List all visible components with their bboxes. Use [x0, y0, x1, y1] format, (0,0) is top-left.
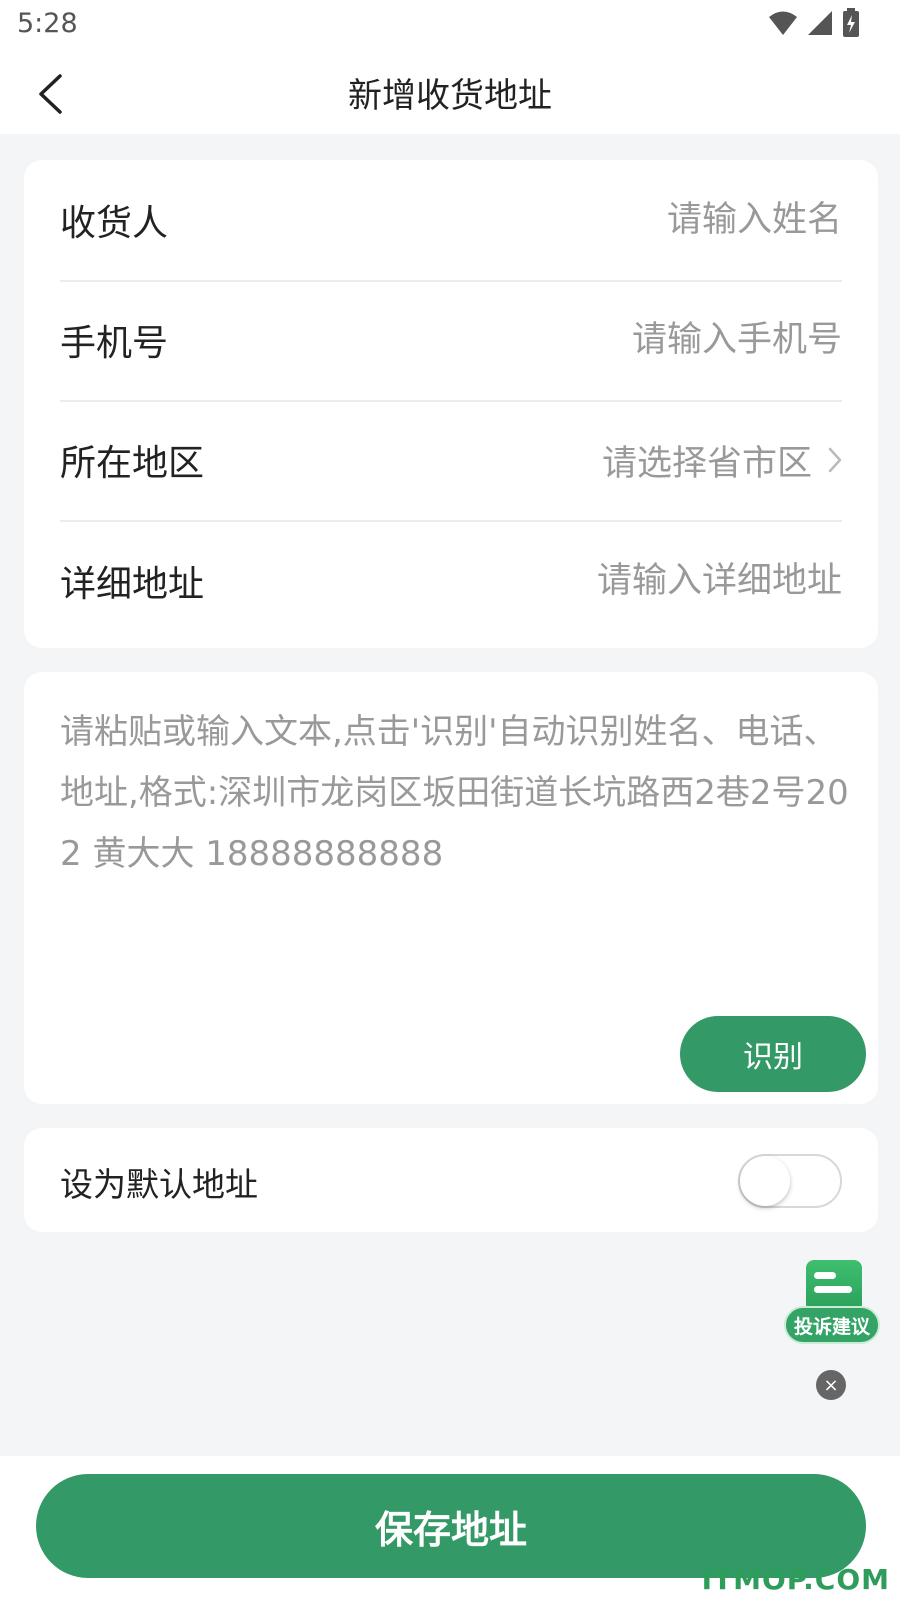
toggle-knob [740, 1156, 790, 1206]
recipient-row: 收货人 [60, 160, 842, 282]
smart-paste-card: 请粘贴或输入文本,点击'识别'自动识别姓名、电话、地址,格式:深圳市龙岗区坂田街… [24, 672, 878, 1104]
detail-address-row: 详细地址 [60, 520, 842, 642]
default-address-label: 设为默认地址 [60, 1165, 258, 1204]
status-icons [768, 8, 860, 38]
feedback-icon [806, 1260, 862, 1312]
feedback-close-icon[interactable]: × [816, 1370, 846, 1400]
region-row[interactable]: 所在地区 请选择省市区 [60, 400, 842, 522]
status-time: 5:28 [17, 8, 78, 39]
signal-icon [808, 11, 832, 35]
app-bar: 新增收货地址 [0, 52, 900, 134]
region-select[interactable]: 请选择省市区 [602, 435, 842, 486]
recognize-button[interactable]: 识别 [680, 1016, 866, 1092]
recipient-name-input[interactable] [462, 200, 842, 240]
recipient-label: 收货人 [60, 203, 169, 244]
wifi-icon [769, 11, 797, 35]
detail-address-label: 详细地址 [60, 564, 205, 605]
page-title: 新增收货地址 [348, 76, 552, 116]
detail-address-input[interactable] [462, 561, 842, 601]
phone-row: 手机号 [60, 280, 842, 402]
feedback-widget[interactable]: 投诉建议 [784, 1258, 880, 1358]
smart-paste-textarea[interactable]: 请粘贴或输入文本,点击'识别'自动识别姓名、电话、地址,格式:深圳市龙岗区坂田街… [60, 702, 850, 885]
feedback-label: 投诉建议 [784, 1306, 880, 1344]
chevron-right-icon [828, 447, 842, 473]
phone-label: 手机号 [60, 323, 169, 364]
status-bar: 5:28 [0, 0, 900, 52]
battery-charging-icon [843, 8, 859, 37]
address-form-card: 收货人 手机号 所在地区 请选择省市区 详细地址 [24, 160, 878, 648]
bottom-bar: 保存地址 ITMOP.COM [0, 1456, 900, 1600]
default-address-card: 设为默认地址 [24, 1128, 878, 1232]
watermark: ITMOP.COM [701, 1563, 890, 1596]
default-address-toggle[interactable] [738, 1154, 842, 1208]
region-label: 所在地区 [60, 443, 205, 484]
region-placeholder: 请选择省市区 [601, 443, 812, 484]
phone-input[interactable] [462, 320, 842, 360]
